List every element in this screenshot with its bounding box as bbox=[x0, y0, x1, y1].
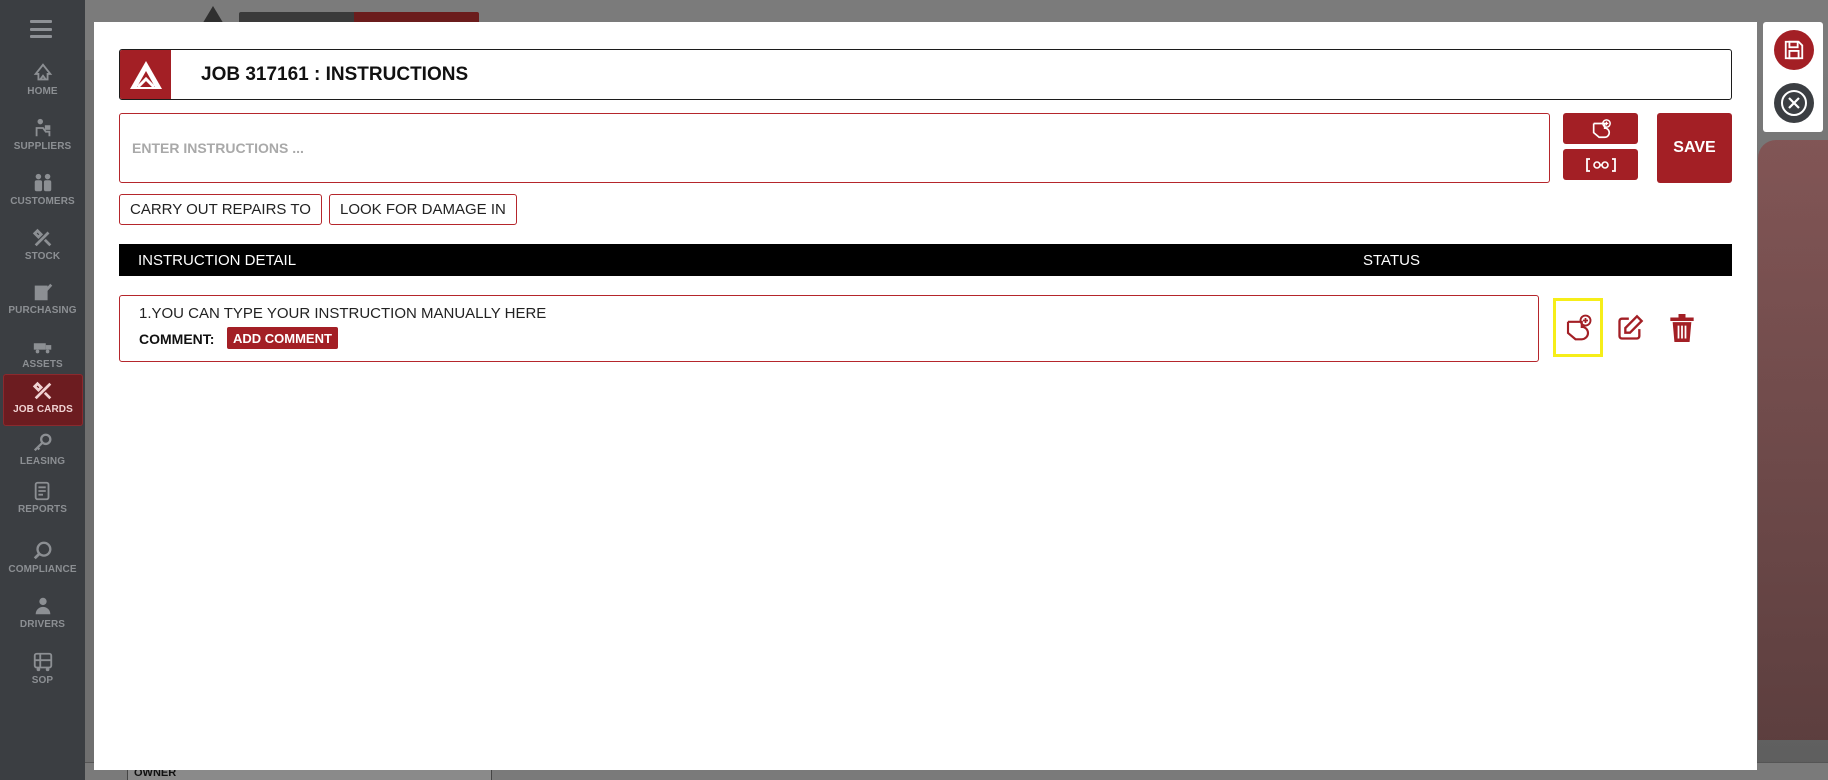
compliance-icon bbox=[33, 541, 51, 560]
sidebar-item-label: COMPLIANCE bbox=[8, 564, 77, 575]
instructions-modal: JOB 317161 : INSTRUCTIONS SAVE CARRY OUT… bbox=[94, 22, 1757, 770]
sidebar-item-label: CUSTOMERS bbox=[10, 196, 75, 207]
chip-carry-out-repairs[interactable]: CARRY OUT REPAIRS TO bbox=[119, 194, 322, 225]
job-cards-icon bbox=[32, 381, 52, 400]
sidebar-item-reports[interactable]: REPORTS bbox=[0, 480, 85, 515]
assets-icon bbox=[33, 343, 51, 354]
sidebar-item-compliance[interactable]: COMPLIANCE bbox=[0, 540, 85, 575]
sidebar-item-sop[interactable]: SOP bbox=[0, 651, 85, 686]
customers-icon bbox=[34, 173, 51, 192]
save-icon bbox=[1784, 40, 1804, 60]
add-comment-button[interactable]: ADD COMMENT bbox=[227, 327, 338, 349]
suppliers-icon bbox=[35, 118, 50, 137]
menu-icon[interactable] bbox=[30, 20, 52, 38]
close-icon bbox=[1781, 90, 1807, 116]
sidebar-item-label: HOME bbox=[27, 86, 58, 97]
sidebar-item-drivers[interactable]: DRIVERS bbox=[0, 595, 85, 630]
row-delete-button[interactable] bbox=[1657, 298, 1707, 357]
column-header-detail: INSTRUCTION DETAIL bbox=[138, 252, 297, 269]
add-note-icon bbox=[1592, 118, 1611, 138]
sidebar-item-label: DRIVERS bbox=[19, 619, 66, 630]
sidebar-item-label: ASSETS bbox=[22, 359, 63, 370]
link-icon bbox=[1585, 157, 1616, 172]
sidebar-item-job-cards[interactable]: JOB CARDS bbox=[3, 374, 83, 426]
home-icon bbox=[33, 63, 52, 81]
table-row: 1.YOU CAN TYPE YOUR INSTRUCTION MANUALLY… bbox=[119, 295, 1539, 362]
floating-close-button[interactable] bbox=[1774, 83, 1814, 123]
trash-icon bbox=[1670, 313, 1694, 342]
sidebar-item-label: STOCK bbox=[24, 251, 61, 262]
sidebar-item-label: JOB CARDS bbox=[13, 404, 73, 415]
column-header-status: STATUS bbox=[1363, 252, 1420, 269]
edit-icon bbox=[1618, 314, 1644, 340]
instruction-input[interactable] bbox=[119, 113, 1550, 183]
sidebar-item-assets[interactable]: ASSETS bbox=[0, 335, 85, 370]
add-note-icon bbox=[1566, 314, 1592, 340]
sidebar-item-purchasing[interactable]: PURCHASING bbox=[0, 281, 85, 316]
floating-actions bbox=[1763, 22, 1823, 132]
sidebar-item-label: REPORTS bbox=[17, 504, 68, 515]
sidebar-item-label: LEASING bbox=[19, 456, 66, 467]
leasing-icon bbox=[33, 433, 51, 452]
instruction-text: 1.YOU CAN TYPE YOUR INSTRUCTION MANUALLY… bbox=[139, 305, 547, 322]
save-button[interactable]: SAVE bbox=[1657, 113, 1732, 183]
floating-save-button[interactable] bbox=[1774, 30, 1814, 70]
drivers-icon bbox=[35, 597, 50, 615]
sidebar-item-leasing[interactable]: LEASING bbox=[0, 432, 85, 467]
sidebar-item-suppliers[interactable]: SUPPLIERS bbox=[0, 117, 85, 152]
stock-icon bbox=[32, 228, 51, 247]
sidebar: HOME SUPPLIERS CUSTOMERS STOCK PURCHASIN… bbox=[0, 0, 85, 780]
purchasing-icon bbox=[34, 283, 52, 301]
sidebar-item-label: SUPPLIERS bbox=[13, 141, 72, 152]
add-instruction-button[interactable] bbox=[1563, 113, 1638, 144]
sidebar-item-home[interactable]: HOME bbox=[0, 62, 85, 97]
instructions-table-header: INSTRUCTION DETAIL STATUS bbox=[119, 244, 1732, 276]
link-button[interactable] bbox=[1563, 149, 1638, 180]
sidebar-item-label: SOP bbox=[31, 675, 54, 686]
comment-label: COMMENT: bbox=[139, 331, 215, 347]
brand-logo bbox=[120, 50, 171, 99]
sop-icon bbox=[33, 652, 52, 672]
row-edit-button[interactable] bbox=[1605, 298, 1655, 357]
page-title: JOB 317161 : INSTRUCTIONS bbox=[201, 63, 469, 85]
modal-header: JOB 317161 : INSTRUCTIONS bbox=[119, 49, 1732, 100]
reports-icon bbox=[34, 481, 49, 501]
sidebar-item-customers[interactable]: CUSTOMERS bbox=[0, 172, 85, 207]
sidebar-item-label: PURCHASING bbox=[8, 305, 77, 316]
chip-look-for-damage[interactable]: LOOK FOR DAMAGE IN bbox=[329, 194, 517, 225]
logo-icon bbox=[129, 60, 162, 89]
sidebar-item-stock[interactable]: STOCK bbox=[0, 227, 85, 262]
row-add-note-button[interactable] bbox=[1553, 298, 1603, 357]
